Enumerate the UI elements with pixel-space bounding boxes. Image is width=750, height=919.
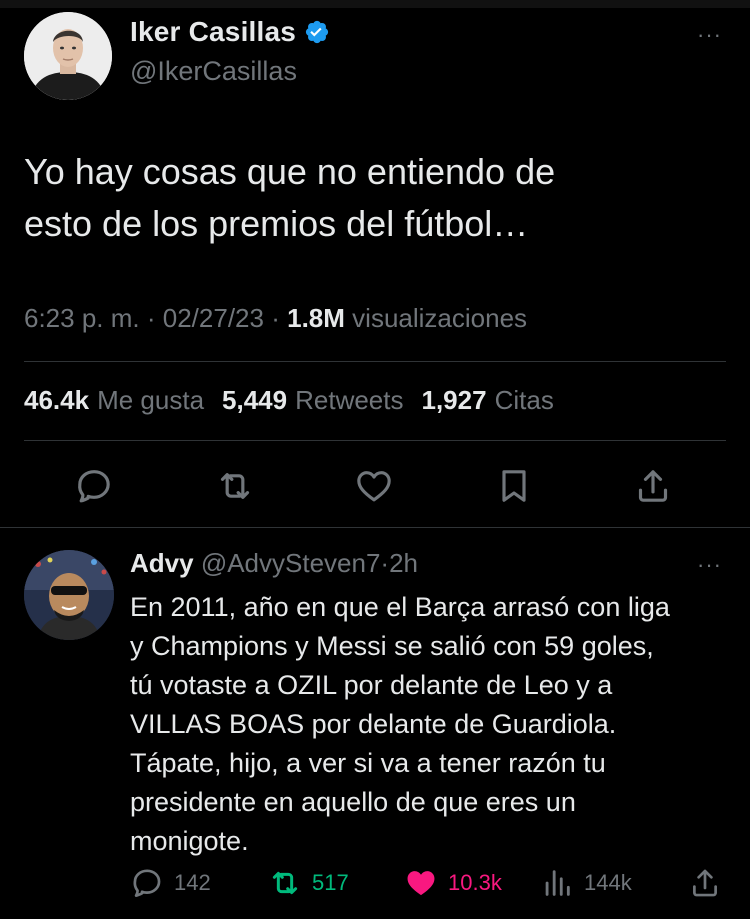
retweet-icon xyxy=(272,871,298,895)
share-icon xyxy=(693,869,717,897)
reply-reply-button[interactable]: 142 xyxy=(130,866,211,900)
divider-top xyxy=(24,361,726,362)
tweet-date[interactable]: 02/27/23 xyxy=(163,303,264,333)
divider-middle xyxy=(24,440,726,441)
reply-text: En 2011, año en que el Barça arrasó con … xyxy=(130,592,670,856)
reply-author-handle[interactable]: @AdvySteven7 xyxy=(201,548,381,578)
quotes-stat[interactable]: 1,927 Citas xyxy=(422,385,554,416)
reply-separator: · xyxy=(380,548,390,578)
meta-separator-2: · xyxy=(271,303,280,333)
retweets-label: Retweets xyxy=(295,385,404,415)
reply-action-bar: 142 517 10.3k 144k xyxy=(0,866,750,906)
retweets-count: 5,449 xyxy=(222,385,288,415)
views-chart-icon xyxy=(545,870,570,896)
tweet-time[interactable]: 6:23 p. m. xyxy=(24,303,140,333)
reply-age[interactable]: 2h xyxy=(389,548,418,578)
reply-icon xyxy=(133,869,161,897)
likes-stat[interactable]: 46.4k Me gusta xyxy=(24,385,204,416)
retweet-icon[interactable] xyxy=(215,466,255,506)
reply-author-name[interactable]: Advy xyxy=(130,548,194,578)
reply-header: Advy @AdvySteven7·2h xyxy=(130,548,418,579)
like-icon[interactable] xyxy=(354,466,394,506)
divider-bottom xyxy=(0,527,750,528)
reply-share-button[interactable] xyxy=(688,866,722,900)
tweet-text: Yo hay cosas que no entiendo de esto de … xyxy=(24,151,556,244)
quotes-label: Citas xyxy=(494,385,554,415)
meta-separator: · xyxy=(146,303,156,333)
retweets-stat[interactable]: 5,449 Retweets xyxy=(222,385,403,416)
reply-author-avatar[interactable] xyxy=(24,550,114,640)
reply-replies-count: 142 xyxy=(174,870,211,895)
author-name-row: Iker Casillas xyxy=(130,16,330,48)
author-name[interactable]: Iker Casillas xyxy=(130,16,296,48)
like-filled-icon xyxy=(407,871,435,896)
tweet-stats: 46.4k Me gusta 5,449 Retweets 1,927 Citas xyxy=(24,385,554,416)
reply-icon[interactable] xyxy=(74,466,114,506)
more-options-icon[interactable]: ··· xyxy=(697,22,722,48)
tweet-detail-page: Iker Casillas @IkerCasillas ··· Yo hay c… xyxy=(0,0,750,919)
views-label: visualizaciones xyxy=(352,303,528,333)
reply-avatar-image xyxy=(24,550,114,640)
reply-like-button[interactable]: 10.3k xyxy=(404,866,502,900)
reply-more-options-icon[interactable]: ··· xyxy=(697,552,722,578)
reply-retweet-button[interactable]: 517 xyxy=(268,866,349,900)
author-avatar[interactable] xyxy=(24,12,112,100)
verified-badge-icon xyxy=(304,19,330,45)
share-icon[interactable] xyxy=(633,466,673,506)
quotes-count: 1,927 xyxy=(421,385,487,415)
reply-retweets-count: 517 xyxy=(312,870,349,895)
reply-views-count: 144k xyxy=(584,870,632,895)
author-avatar-image xyxy=(24,12,112,100)
author-handle[interactable]: @IkerCasillas xyxy=(130,56,297,87)
tweet-action-bar xyxy=(0,462,750,510)
tweet-meta: 6:23 p. m. · 02/27/23 · 1.8M visualizaci… xyxy=(24,303,527,334)
reply-likes-count: 10.3k xyxy=(448,870,502,895)
likes-label: Me gusta xyxy=(97,385,205,415)
bookmark-icon[interactable] xyxy=(494,466,534,506)
top-edge xyxy=(0,0,750,8)
views-count: 1.8M xyxy=(287,303,345,333)
reply-views-button[interactable]: 144k xyxy=(540,866,632,900)
likes-count: 46.4k xyxy=(24,385,90,415)
